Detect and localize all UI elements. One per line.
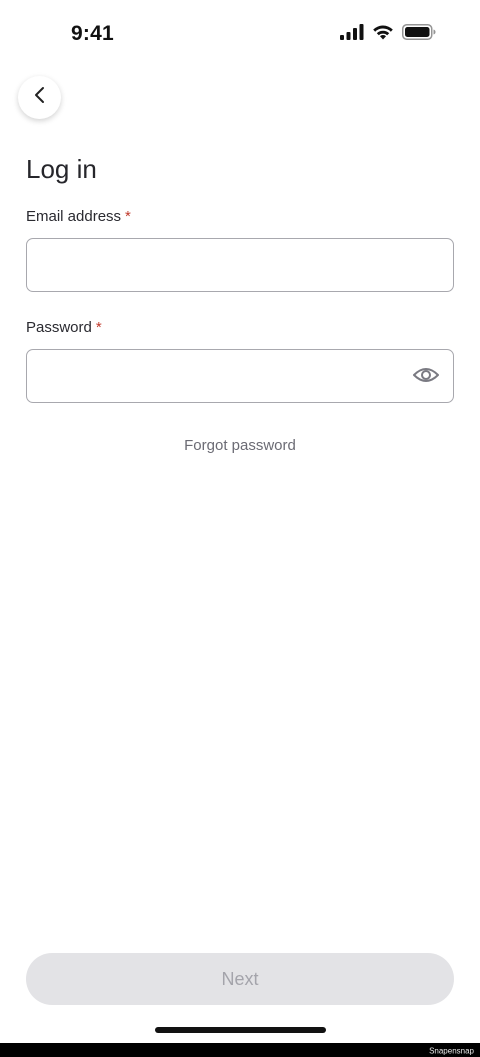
email-label-text: Email address [26, 208, 122, 225]
email-field[interactable] [27, 239, 415, 291]
footer-strip [0, 1043, 480, 1057]
page-title: Log in [26, 154, 97, 184]
required-marker: * [125, 208, 131, 225]
email-field-container [26, 238, 454, 292]
chevron-left-icon [33, 86, 47, 109]
watermark: Snapensnap [414, 1046, 474, 1057]
wifi-icon [372, 24, 394, 45]
show-password-toggle[interactable] [411, 362, 441, 392]
status-bar: 9:41 [0, 0, 480, 72]
next-button[interactable]: Next [26, 953, 454, 1005]
forgot-password-link[interactable]: Forgot password [0, 437, 480, 454]
password-field-container [26, 349, 454, 403]
svg-text:Snapensnap: Snapensnap [429, 1047, 474, 1056]
cellular-signal-icon [340, 24, 364, 45]
required-marker: * [95, 319, 102, 336]
status-time: 9:41 [71, 22, 114, 45]
back-button[interactable] [18, 76, 61, 119]
status-icons [340, 24, 436, 45]
password-field[interactable] [27, 350, 415, 402]
home-indicator [155, 1027, 326, 1033]
eye-icon [412, 365, 440, 390]
email-label: Email address * [26, 208, 131, 225]
password-label: Password * [26, 319, 102, 336]
watermark-text: Snapensnap [429, 1047, 474, 1056]
password-label-text: Password [26, 319, 92, 336]
battery-icon [402, 24, 436, 45]
